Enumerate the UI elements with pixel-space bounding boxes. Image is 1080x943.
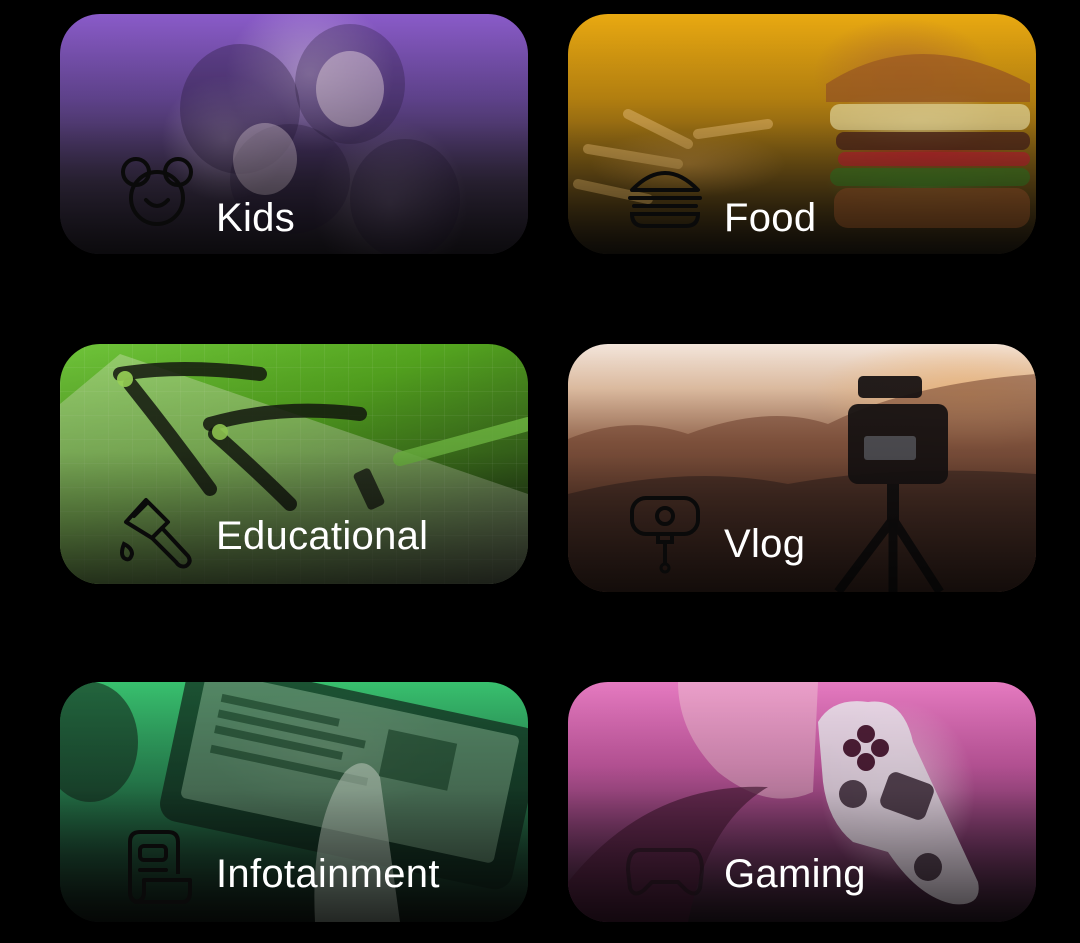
paintbrush-icon (120, 498, 192, 569)
selfie-stick-camera-icon (630, 496, 700, 574)
category-label-infotainment: Infotainment (216, 852, 440, 896)
category-label-kids: Kids (216, 196, 296, 240)
mouse-ears-face-icon (121, 157, 193, 226)
category-card-food[interactable]: Food (568, 14, 1036, 254)
category-label-vlog: Vlog (724, 522, 806, 566)
category-card-infotainment[interactable]: Infotainment (60, 682, 528, 922)
category-label-gaming: Gaming (724, 852, 866, 896)
gamepad-icon (626, 848, 704, 896)
category-label-educational: Educational (216, 514, 429, 558)
category-card-educational[interactable]: Educational (60, 344, 528, 584)
category-label-food: Food (724, 196, 817, 240)
burger-icon (628, 171, 702, 228)
scroll-document-icon (128, 830, 192, 904)
category-card-vlog[interactable]: Vlog (568, 344, 1036, 592)
category-card-gaming[interactable]: Gaming (568, 682, 1036, 922)
category-card-kids[interactable]: Kids (60, 14, 528, 254)
